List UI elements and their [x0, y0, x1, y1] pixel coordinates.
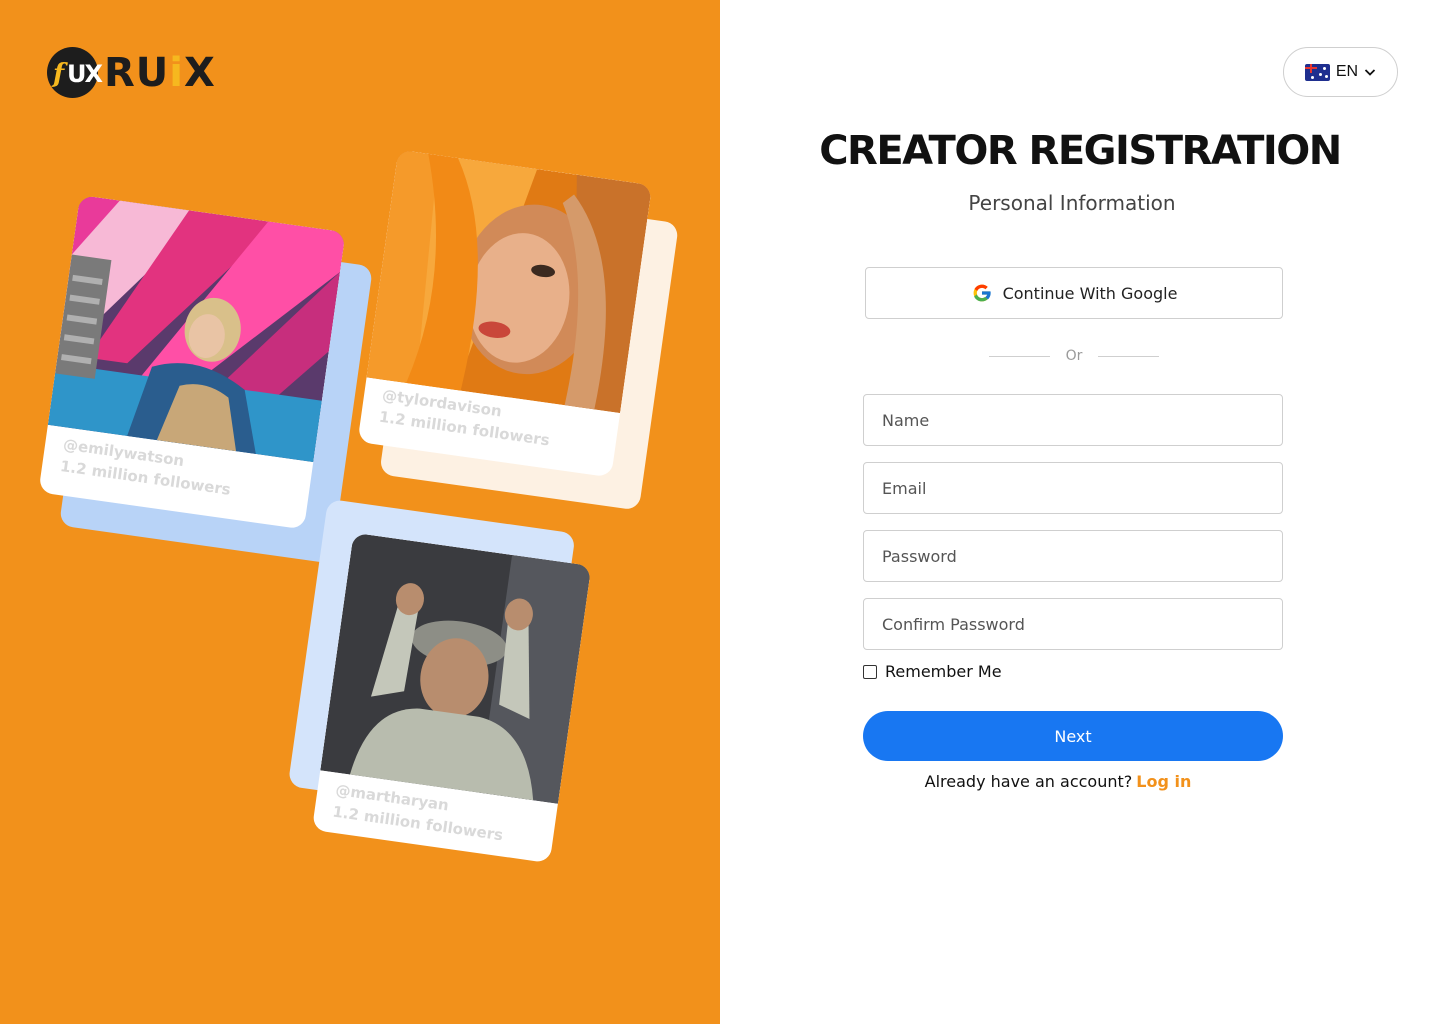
password-field[interactable] [863, 530, 1283, 582]
continue-with-google-button[interactable]: Continue With Google [865, 267, 1283, 319]
australia-flag-icon [1304, 63, 1330, 81]
divider-line [1098, 355, 1159, 357]
logo-wordmark-i: i [169, 49, 184, 96]
logo-badge-f: f [53, 59, 65, 89]
next-button[interactable]: Next [863, 711, 1283, 761]
creator-card-tylordavison: @tylordavison 1.2 million followers [350, 145, 699, 524]
remember-me[interactable]: Remember Me [863, 662, 1002, 681]
language-selector[interactable]: EN [1283, 47, 1398, 97]
logo-badge: f UX [47, 47, 103, 98]
flag-cross-horizontal [1304, 67, 1317, 69]
creator-card-martharyan: @martharyan 1.2 million followers [281, 498, 625, 877]
logo-badge-ux: UX [67, 60, 103, 88]
login-prompt-text: Already have an account? [924, 772, 1133, 791]
flag-star [1324, 74, 1328, 78]
logo-wordmark: RUiX [104, 50, 216, 96]
creator-photo [47, 195, 346, 463]
or-divider: Or [989, 345, 1159, 367]
continue-with-google-label: Continue With Google [1002, 283, 1178, 303]
language-code: EN [1335, 63, 1359, 80]
logo-wordmark-end: X [184, 49, 216, 96]
confirm-password-field[interactable] [863, 598, 1283, 650]
creator-photo [320, 532, 592, 804]
log-in-link[interactable]: Log in [1136, 772, 1191, 791]
flag-star [1310, 75, 1314, 79]
creator-photo [366, 149, 653, 414]
divider-line [989, 355, 1050, 357]
creator-card: @tylordavison 1.2 million followers [357, 149, 653, 478]
remember-me-checkbox[interactable] [863, 664, 877, 679]
hero-panel: f UX RUiX @emilywatson 1.2 million follo… [0, 0, 720, 1024]
page-subtitle: Personal Information [968, 191, 1176, 215]
logo-wordmark-start: RU [104, 49, 170, 96]
flag-star [1318, 72, 1322, 76]
email-field[interactable] [863, 462, 1283, 514]
or-label: Or [1065, 348, 1083, 364]
remember-me-label: Remember Me [885, 662, 1002, 681]
login-prompt: Already have an account? Log in [863, 772, 1253, 791]
page-title: CREATOR REGISTRATION [819, 128, 1342, 174]
chevron-down-icon [1364, 69, 1376, 76]
name-field[interactable] [863, 394, 1283, 446]
creator-card: @emilywatson 1.2 million followers [38, 195, 346, 530]
google-icon [973, 284, 991, 302]
creator-card: @martharyan 1.2 million followers [311, 532, 592, 864]
logo: f UX RUiX [47, 47, 216, 98]
flag-star [1322, 66, 1326, 70]
